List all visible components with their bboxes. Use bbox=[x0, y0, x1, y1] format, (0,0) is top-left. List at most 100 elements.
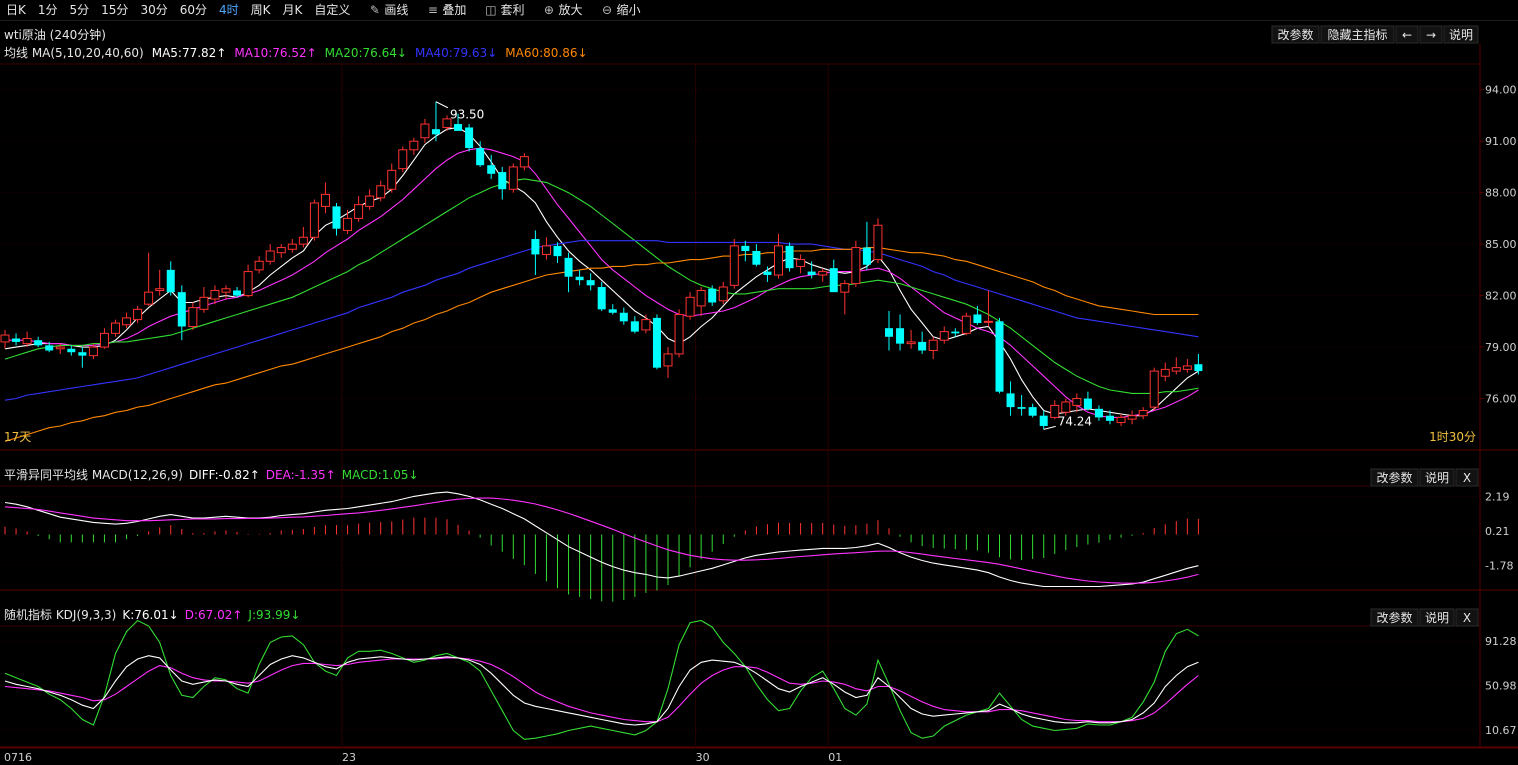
kdj-indicator-label: 随机指标 KDJ(9,3,3) bbox=[4, 607, 116, 622]
candle-body bbox=[12, 338, 21, 342]
candle-body bbox=[1171, 367, 1181, 372]
candle-body bbox=[995, 321, 1004, 392]
candle-body bbox=[254, 260, 264, 271]
macd-indicator-label: 平滑异同平均线 MACD(12,26,9) bbox=[4, 468, 183, 482]
candle-body bbox=[928, 339, 938, 351]
candle-body bbox=[387, 169, 397, 190]
candle-body bbox=[78, 352, 87, 356]
candle-body bbox=[332, 206, 341, 229]
candle-body bbox=[729, 245, 739, 286]
candle-body bbox=[597, 287, 606, 310]
chart-background bbox=[0, 21, 1518, 765]
arrow-left-icon[interactable]: ← bbox=[1395, 25, 1419, 44]
candle-body bbox=[1028, 407, 1037, 416]
candle bbox=[851, 240, 861, 288]
candle-body bbox=[210, 289, 220, 300]
kdj-d-value: D:67.02↑ bbox=[185, 608, 243, 622]
candle-body bbox=[55, 346, 65, 350]
edit-params-button[interactable]: 改参数 bbox=[1271, 25, 1320, 44]
kdj-help-button[interactable]: 说明 bbox=[1419, 608, 1455, 627]
candle-body bbox=[796, 259, 806, 267]
candle-body bbox=[398, 149, 408, 170]
candle-body bbox=[575, 276, 584, 281]
candle-body bbox=[34, 340, 43, 346]
y-tick-label: 2.19 bbox=[1485, 491, 1510, 504]
candle-body bbox=[708, 288, 717, 303]
candle-body bbox=[951, 331, 960, 334]
candle-body bbox=[961, 315, 971, 334]
candle-body bbox=[67, 348, 76, 353]
candle-body bbox=[0, 334, 10, 343]
candle-body bbox=[1116, 416, 1126, 424]
candle-body bbox=[243, 271, 253, 297]
candle-body bbox=[166, 269, 175, 293]
macd-help-button[interactable]: 说明 bbox=[1419, 468, 1455, 487]
candle-body bbox=[22, 337, 32, 345]
candle bbox=[465, 124, 474, 152]
candle-body bbox=[553, 245, 562, 257]
candle-body bbox=[973, 314, 982, 324]
button-label: X bbox=[1463, 611, 1471, 625]
ma-value-ma5: MA5:77.82↑ bbox=[152, 46, 227, 60]
candle-body bbox=[1106, 415, 1114, 421]
candle-body bbox=[983, 320, 993, 323]
candle-body bbox=[476, 148, 485, 166]
candle bbox=[1149, 367, 1159, 411]
candle-body bbox=[785, 245, 794, 269]
candle-body bbox=[829, 268, 838, 293]
candle-body bbox=[1138, 410, 1148, 417]
candle bbox=[309, 199, 319, 241]
candle-body bbox=[133, 308, 143, 321]
candle-body bbox=[1127, 415, 1137, 420]
candle-body bbox=[918, 341, 927, 351]
ma-value-ma20: MA20:76.64↓ bbox=[325, 46, 407, 60]
candle-body bbox=[1094, 408, 1103, 418]
candle-body bbox=[431, 129, 440, 135]
kdj-j-value: J:93.99↓ bbox=[247, 608, 300, 622]
y-tick-label: 76.00 bbox=[1485, 393, 1517, 406]
candle-body bbox=[45, 345, 54, 351]
candle-body bbox=[508, 166, 518, 190]
kdj-k-value: K:76.01↓ bbox=[122, 608, 178, 622]
y-tick-label: 91.00 bbox=[1485, 135, 1517, 148]
candle bbox=[873, 218, 883, 264]
candle-body bbox=[774, 245, 783, 276]
candle-body bbox=[111, 322, 120, 334]
candle-body bbox=[309, 202, 319, 238]
high-price-label: 93.50 bbox=[450, 108, 484, 122]
low-price-label: 74.24 bbox=[1058, 414, 1092, 428]
y-tick-label: 88.00 bbox=[1485, 187, 1517, 200]
y-tick-label: 0.21 bbox=[1485, 525, 1510, 538]
candle-body bbox=[674, 313, 684, 355]
kdj-legend: 随机指标 KDJ(9,3,3) K:76.01↓ D:67.02↑ J:93.99↓ bbox=[4, 607, 300, 622]
hide-main-indicator-button[interactable]: 隐藏主指标 bbox=[1320, 25, 1395, 44]
candle-body bbox=[652, 317, 661, 368]
macd-edit-params-button[interactable]: 改参数 bbox=[1370, 468, 1419, 487]
candle-body bbox=[376, 185, 386, 199]
candle bbox=[508, 163, 518, 193]
candle-body bbox=[265, 250, 275, 262]
kdj-edit-params-button[interactable]: 改参数 bbox=[1370, 608, 1419, 627]
button-label: 说明 bbox=[1425, 610, 1449, 625]
candle-body bbox=[498, 172, 507, 190]
arrow-right-icon[interactable]: → bbox=[1419, 25, 1443, 44]
button-label: 改参数 bbox=[1376, 610, 1412, 625]
candle-body bbox=[1061, 401, 1071, 413]
candle-body bbox=[1072, 398, 1082, 406]
button-label: 说明 bbox=[1449, 27, 1473, 42]
macd-legend: 平滑异同平均线 MACD(12,26,9) DIFF:-0.82↑ DEA:-1.3… bbox=[4, 468, 419, 482]
candle-body bbox=[199, 296, 209, 310]
button-label: → bbox=[1426, 28, 1436, 42]
candle-body bbox=[696, 289, 706, 307]
y-tick-label: 94.00 bbox=[1485, 84, 1517, 97]
candle-body bbox=[1149, 370, 1159, 408]
candle bbox=[961, 312, 971, 336]
candle-body bbox=[409, 140, 419, 151]
kdj-close-icon[interactable]: X bbox=[1455, 608, 1479, 627]
macd-close-icon[interactable]: X bbox=[1455, 468, 1479, 487]
candle-body bbox=[862, 247, 871, 265]
help-button[interactable]: 说明 bbox=[1443, 25, 1479, 44]
y-tick-label: 82.00 bbox=[1485, 290, 1517, 303]
candle-body bbox=[873, 224, 883, 261]
y-tick-label: 85.00 bbox=[1485, 238, 1517, 251]
